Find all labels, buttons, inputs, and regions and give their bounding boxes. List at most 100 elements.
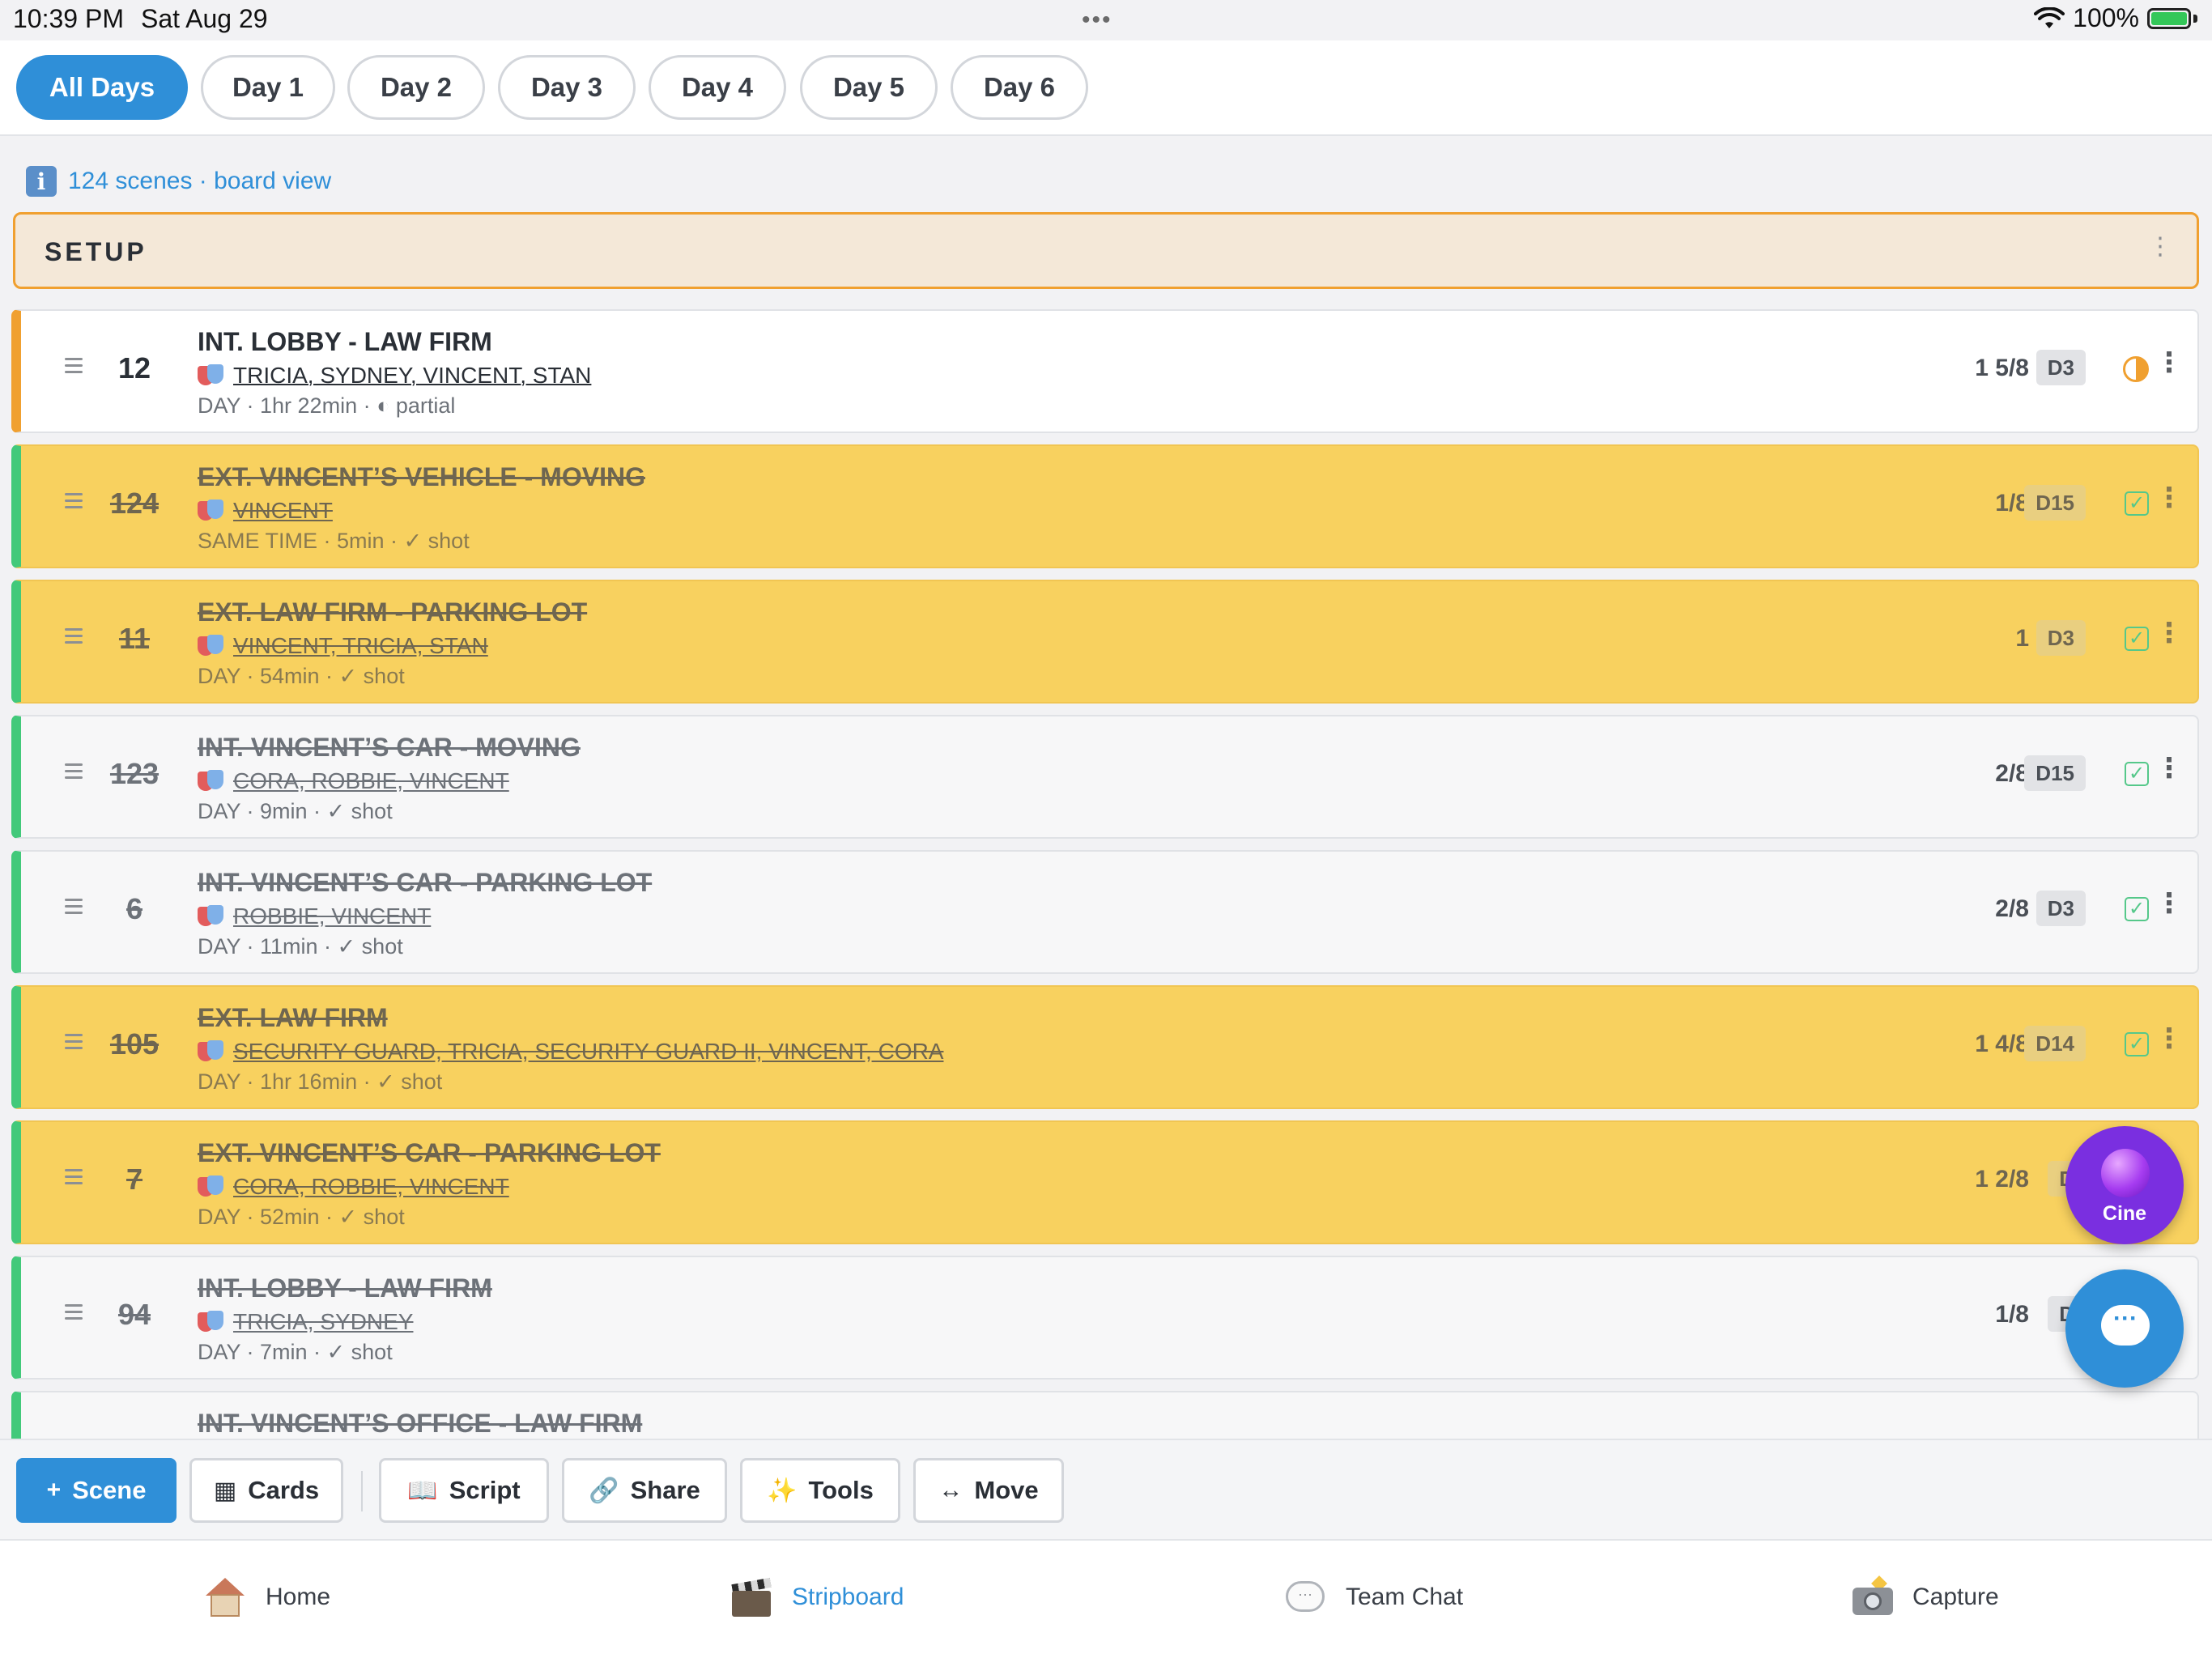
tab-day-4[interactable]: Day 4	[649, 55, 786, 120]
day-badge: D3	[2035, 350, 2086, 385]
scene-list[interactable]: 12 INT. LOBBY - LAW FIRM TRICIA, SYDNEY,…	[0, 309, 2212, 1439]
cast-names[interactable]: SECURITY GUARD, TRICIA, SECURITY GUARD I…	[233, 1039, 943, 1065]
plus-icon: +	[46, 1477, 62, 1503]
scene-heading: INT. VINCENT’S OFFICE - LAW FIRM	[198, 1409, 643, 1438]
status-right: 100%	[2034, 3, 2197, 33]
cards-button[interactable]: ▦ Cards	[189, 1458, 343, 1523]
scene-strip[interactable]: 105 EXT. LAW FIRM SECURITY GUARD, TRICIA…	[11, 985, 2199, 1109]
action-toolbar: + Scene ▦ Cards 📖 Script 🔗 Share ✨ Tools…	[0, 1439, 2212, 1539]
scene-meta: DAY · 11min · ✓ shot	[198, 934, 403, 959]
toolbar-divider	[361, 1471, 363, 1511]
scene-strip[interactable]: 124 EXT. VINCENT’S VEHICLE - MOVING VINC…	[11, 444, 2199, 568]
wifi-icon	[2034, 6, 2065, 28]
cine-assistant-button[interactable]: Cine	[2065, 1126, 2184, 1244]
share-button[interactable]: 🔗 Share	[562, 1458, 727, 1523]
scene-cast: CORA, ROBBIE, VINCENT	[198, 1172, 509, 1201]
more-options-icon[interactable]: ⋮	[2155, 887, 2183, 920]
day-badge: D15	[2024, 485, 2086, 521]
cine-orb-icon	[2101, 1149, 2150, 1197]
cast-names[interactable]: CORA, ROBBIE, VINCENT	[233, 1174, 509, 1200]
tab-all-days[interactable]: All Days	[16, 55, 188, 120]
scene-cast: ROBBIE, VINCENT	[198, 902, 431, 931]
tab-home[interactable]: Home	[202, 1573, 330, 1622]
status-date: Sat Aug 29	[141, 4, 268, 33]
script-button[interactable]: 📖 Script	[379, 1458, 549, 1523]
tab-home-label: Home	[266, 1584, 331, 1610]
theater-masks-icon	[198, 498, 225, 524]
scene-cast: TRICIA, SYDNEY, VINCENT, STAN	[198, 361, 591, 390]
more-options-icon[interactable]: ⋮	[2155, 1022, 2183, 1055]
tab-day-2[interactable]: Day 2	[347, 55, 485, 120]
house-icon	[202, 1575, 248, 1620]
scene-heading: EXT. LAW FIRM - PARKING LOT	[198, 597, 588, 627]
more-options-icon[interactable]: ⋮	[2155, 346, 2183, 379]
info-icon: i	[26, 166, 57, 197]
scene-strip[interactable]: 123 INT. VINCENT’S CAR - MOVING CORA, RO…	[11, 715, 2199, 839]
scene-strip[interactable]: 6 INT. VINCENT’S CAR - PARKING LOT ROBBI…	[11, 850, 2199, 974]
move-button[interactable]: ↔ Move	[913, 1458, 1064, 1523]
scene-number: 124	[109, 487, 160, 520]
scene-heading: EXT. VINCENT’S VEHICLE - MOVING	[198, 462, 645, 491]
page-count: 1 4/8	[1975, 1031, 2029, 1057]
theater-masks-icon	[198, 363, 225, 389]
chat-button[interactable]: ···	[2065, 1269, 2184, 1388]
shot-checkbox-icon[interactable]: ✓	[2125, 491, 2149, 516]
scene-heading: EXT. VINCENT’S CAR - PARKING LOT	[198, 1138, 661, 1167]
theater-masks-icon	[198, 1039, 225, 1065]
tab-day-3[interactable]: Day 3	[498, 55, 636, 120]
shot-checkbox-icon[interactable]: ✓	[2125, 627, 2149, 651]
scene-strip[interactable]: 94 INT. LOBBY - LAW FIRM TRICIA, SYDNEY …	[11, 1256, 2199, 1380]
scene-heading: INT. LOBBY - LAW FIRM	[198, 327, 492, 356]
cast-names[interactable]: ROBBIE, VINCENT	[233, 903, 431, 929]
scene-strip[interactable]: 7 EXT. VINCENT’S CAR - PARKING LOT CORA,…	[11, 1120, 2199, 1244]
more-options-icon[interactable]: ⋮	[2155, 752, 2183, 784]
tab-day-5[interactable]: Day 5	[800, 55, 938, 120]
cast-names[interactable]: TRICIA, SYDNEY	[233, 1309, 413, 1335]
more-options-icon[interactable]: ⋮	[2155, 617, 2183, 649]
scene-heading: INT. VINCENT’S CAR - PARKING LOT	[198, 868, 653, 897]
tools-button[interactable]: ✨ Tools	[740, 1458, 900, 1523]
scene-heading: INT. VINCENT’S CAR - MOVING	[198, 733, 581, 762]
tab-day-6[interactable]: Day 6	[951, 55, 1088, 120]
scene-cast: CORA, ROBBIE, VINCENT	[198, 767, 509, 796]
page-count: 1 5/8	[1975, 355, 2029, 381]
scene-number: 105	[109, 1027, 160, 1061]
day-badge: D3	[2035, 620, 2086, 656]
tab-capture[interactable]: Capture	[1849, 1573, 1999, 1622]
tools-label: Tools	[808, 1476, 874, 1504]
scene-strip[interactable]: INT. VINCENT’S OFFICE - LAW FIRM	[11, 1391, 2199, 1439]
scene-cast: VINCENT, TRICIA, STAN	[198, 631, 488, 661]
bottom-tab-bar: Home Stripboard ··· Team Chat Capture	[0, 1539, 2212, 1658]
more-options-icon[interactable]: ⋮	[2155, 482, 2183, 514]
setup-banner[interactable]: SETUP ⋮	[13, 212, 2199, 289]
status-bar: 10:39 PM Sat Aug 29 ••• 100%	[0, 0, 2212, 40]
tab-stripboard[interactable]: Stripboard	[729, 1573, 904, 1622]
cast-names[interactable]: VINCENT	[233, 498, 333, 524]
partial-status-icon[interactable]	[2123, 356, 2149, 382]
page-count: 2/8	[1995, 895, 2029, 922]
shot-checkbox-icon[interactable]: ✓	[2125, 1032, 2149, 1056]
status-time: 10:39 PM	[13, 4, 124, 33]
shot-checkbox-icon[interactable]: ✓	[2125, 762, 2149, 786]
scene-strip[interactable]: 11 EXT. LAW FIRM - PARKING LOT VINCENT, …	[11, 580, 2199, 704]
cast-names[interactable]: TRICIA, SYDNEY, VINCENT, STAN	[233, 363, 591, 389]
book-icon: 📖	[407, 1477, 438, 1504]
scene-meta: DAY · 1hr 22min · ◐ partial	[198, 393, 456, 418]
scene-meta: DAY · 52min · ✓ shot	[198, 1205, 405, 1229]
cast-names[interactable]: CORA, ROBBIE, VINCENT	[233, 768, 509, 794]
scene-meta: DAY · 7min · ✓ shot	[198, 1340, 393, 1364]
shot-checkbox-icon[interactable]: ✓	[2125, 897, 2149, 921]
setup-more-icon[interactable]: ⋮	[2148, 232, 2172, 261]
tab-team-chat[interactable]: ··· Team Chat	[1283, 1573, 1463, 1622]
tab-day-1[interactable]: Day 1	[201, 55, 335, 120]
theater-masks-icon	[198, 1174, 225, 1200]
chat-bubble-icon: ···	[2101, 1305, 2150, 1346]
move-label: Move	[974, 1476, 1039, 1504]
move-arrows-icon: ↔	[938, 1477, 963, 1503]
day-badge: D3	[2035, 891, 2086, 926]
multitasking-dots-icon[interactable]: •••	[1082, 6, 1112, 34]
add-scene-button[interactable]: + Scene	[16, 1458, 177, 1523]
scene-number: 123	[109, 757, 160, 790]
scene-strip[interactable]: 12 INT. LOBBY - LAW FIRM TRICIA, SYDNEY,…	[11, 309, 2199, 433]
cast-names[interactable]: VINCENT, TRICIA, STAN	[233, 633, 488, 659]
